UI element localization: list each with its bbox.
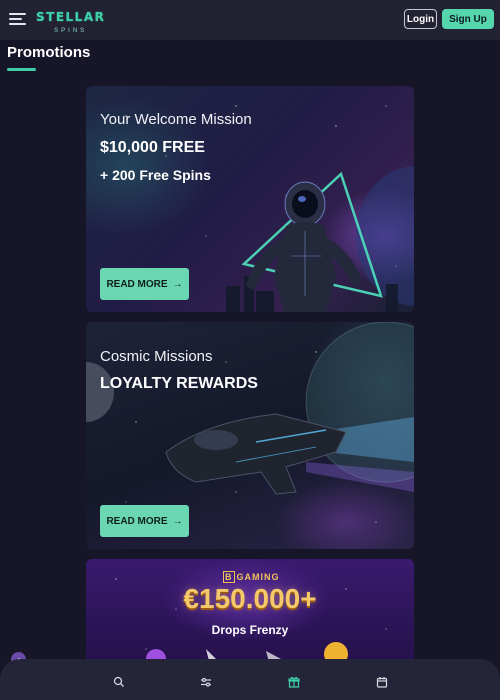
promo-card-loyalty[interactable]: Cosmic Missions LOYALTY REWARDS READ MOR…: [86, 322, 414, 549]
search-icon: [113, 676, 124, 687]
nav-promotions-button[interactable]: [287, 675, 301, 689]
login-button[interactable]: Login: [404, 9, 437, 29]
menu-icon[interactable]: [9, 13, 26, 25]
read-more-button[interactable]: READ MORE →: [100, 268, 189, 300]
nav-filters-button[interactable]: [199, 675, 213, 689]
promo-kicker: Your Welcome Mission: [100, 111, 252, 128]
read-more-label: READ MORE: [106, 278, 168, 290]
read-more-label: READ MORE: [106, 515, 168, 527]
title-underline: [7, 68, 36, 71]
nav-calendar-button[interactable]: [375, 675, 389, 689]
gift-icon: [288, 676, 300, 688]
sliders-icon: [201, 677, 211, 687]
promo-subline: + 200 Free Spins: [100, 167, 211, 183]
logo-sub-text: SPINS: [54, 28, 88, 34]
logo-main-text: STELLAR: [36, 10, 106, 24]
prize-amount: €150.000+: [183, 583, 317, 614]
arrow-right-icon: →: [172, 515, 183, 527]
promo-headline: $10,000 FREE: [100, 139, 205, 156]
promo-headline: LOYALTY REWARDS: [100, 375, 258, 392]
arrow-right-icon: →: [172, 278, 183, 290]
calendar-icon: [376, 677, 388, 688]
page-title: Promotions: [7, 44, 91, 61]
bottom-nav: [0, 659, 500, 700]
provider-name: GAMING: [236, 572, 280, 582]
provider-logo: B GAMING: [223, 571, 280, 583]
top-header: STELLAR SPINS Login Sign Up: [0, 0, 500, 40]
prize-subtitle: Drops Frenzy: [211, 623, 289, 637]
read-more-button[interactable]: READ MORE →: [100, 505, 189, 537]
promo-kicker: Cosmic Missions: [100, 348, 213, 365]
site-logo[interactable]: STELLAR SPINS: [36, 9, 105, 34]
promo-card-welcome[interactable]: Your Welcome Mission $10,000 FREE + 200 …: [86, 86, 414, 312]
signup-button[interactable]: Sign Up: [442, 9, 494, 29]
nav-search-button[interactable]: [112, 675, 126, 689]
